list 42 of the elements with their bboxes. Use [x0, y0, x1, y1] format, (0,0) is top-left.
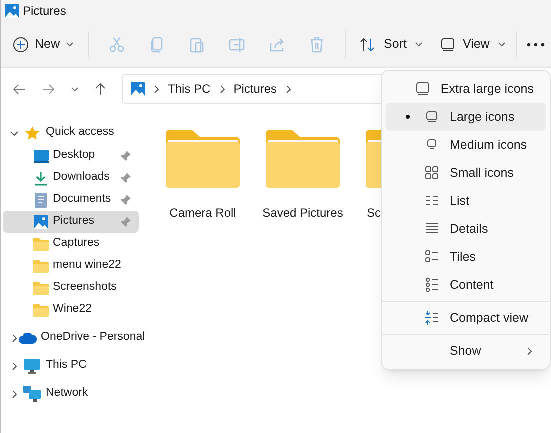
sidebar-item[interactable]: Captures [3, 233, 139, 255]
menu-item[interactable]: List [386, 187, 546, 215]
sidebar-label: Desktop [53, 148, 96, 164]
breadcrumb-item[interactable]: This PC [168, 80, 211, 98]
sidebar-label: Pictures [53, 214, 95, 230]
view-button[interactable]: View [434, 30, 512, 60]
sidebar-label: Screenshots [53, 280, 117, 296]
sidebar-label: Quick access [46, 125, 114, 140]
folder-name[interactable]: Camera Roll [170, 204, 236, 222]
sidebar-item[interactable]: Downloads [3, 167, 139, 189]
sidebar-label: OneDrive - Personal [41, 330, 146, 346]
sidebar-label: Documents [53, 192, 112, 208]
sidebar-item[interactable]: menu wine22 [3, 255, 139, 277]
sidebar-item[interactable]: Quick access [3, 122, 139, 144]
sidebar-item[interactable]: This PC [3, 355, 139, 377]
sort-button[interactable]: Sort [354, 30, 429, 60]
sidebar-item[interactable]: Pictures [3, 211, 139, 233]
menu-item[interactable]: Compact view [386, 304, 546, 332]
sidebar-label: Captures [53, 236, 100, 252]
menu-item[interactable]: Tiles [386, 243, 546, 271]
sidebar-label: This PC [46, 358, 87, 374]
sidebar-item[interactable]: Network [3, 383, 139, 405]
folder-name[interactable]: Sc [367, 204, 381, 222]
breadcrumb-item[interactable]: Pictures [234, 80, 278, 98]
folder-name[interactable]: Saved Pictures [262, 204, 344, 222]
sidebar-item[interactable]: Documents [3, 189, 139, 211]
sidebar-label: menu wine22 [53, 258, 122, 274]
sidebar-label: Downloads [53, 170, 110, 186]
sidebar-label: Network [46, 386, 88, 402]
menu-item[interactable]: Details [386, 215, 546, 243]
new-button[interactable]: New [7, 30, 80, 60]
menu-item[interactable]: Medium icons [386, 131, 546, 159]
menu-item[interactable]: Large icons [386, 103, 546, 131]
window-title: Pictures [23, 3, 66, 20]
sidebar-item[interactable]: Wine22 [3, 299, 139, 321]
sidebar-item[interactable]: Desktop [3, 145, 139, 167]
menu-item[interactable]: Small icons [386, 159, 546, 187]
sidebar-item[interactable]: Screenshots [3, 277, 139, 299]
menu-item[interactable]: Show [386, 337, 546, 365]
menu-item[interactable]: Extra large icons [386, 75, 546, 103]
menu-item[interactable]: Content [386, 271, 546, 299]
sidebar-label: Wine22 [53, 302, 92, 318]
